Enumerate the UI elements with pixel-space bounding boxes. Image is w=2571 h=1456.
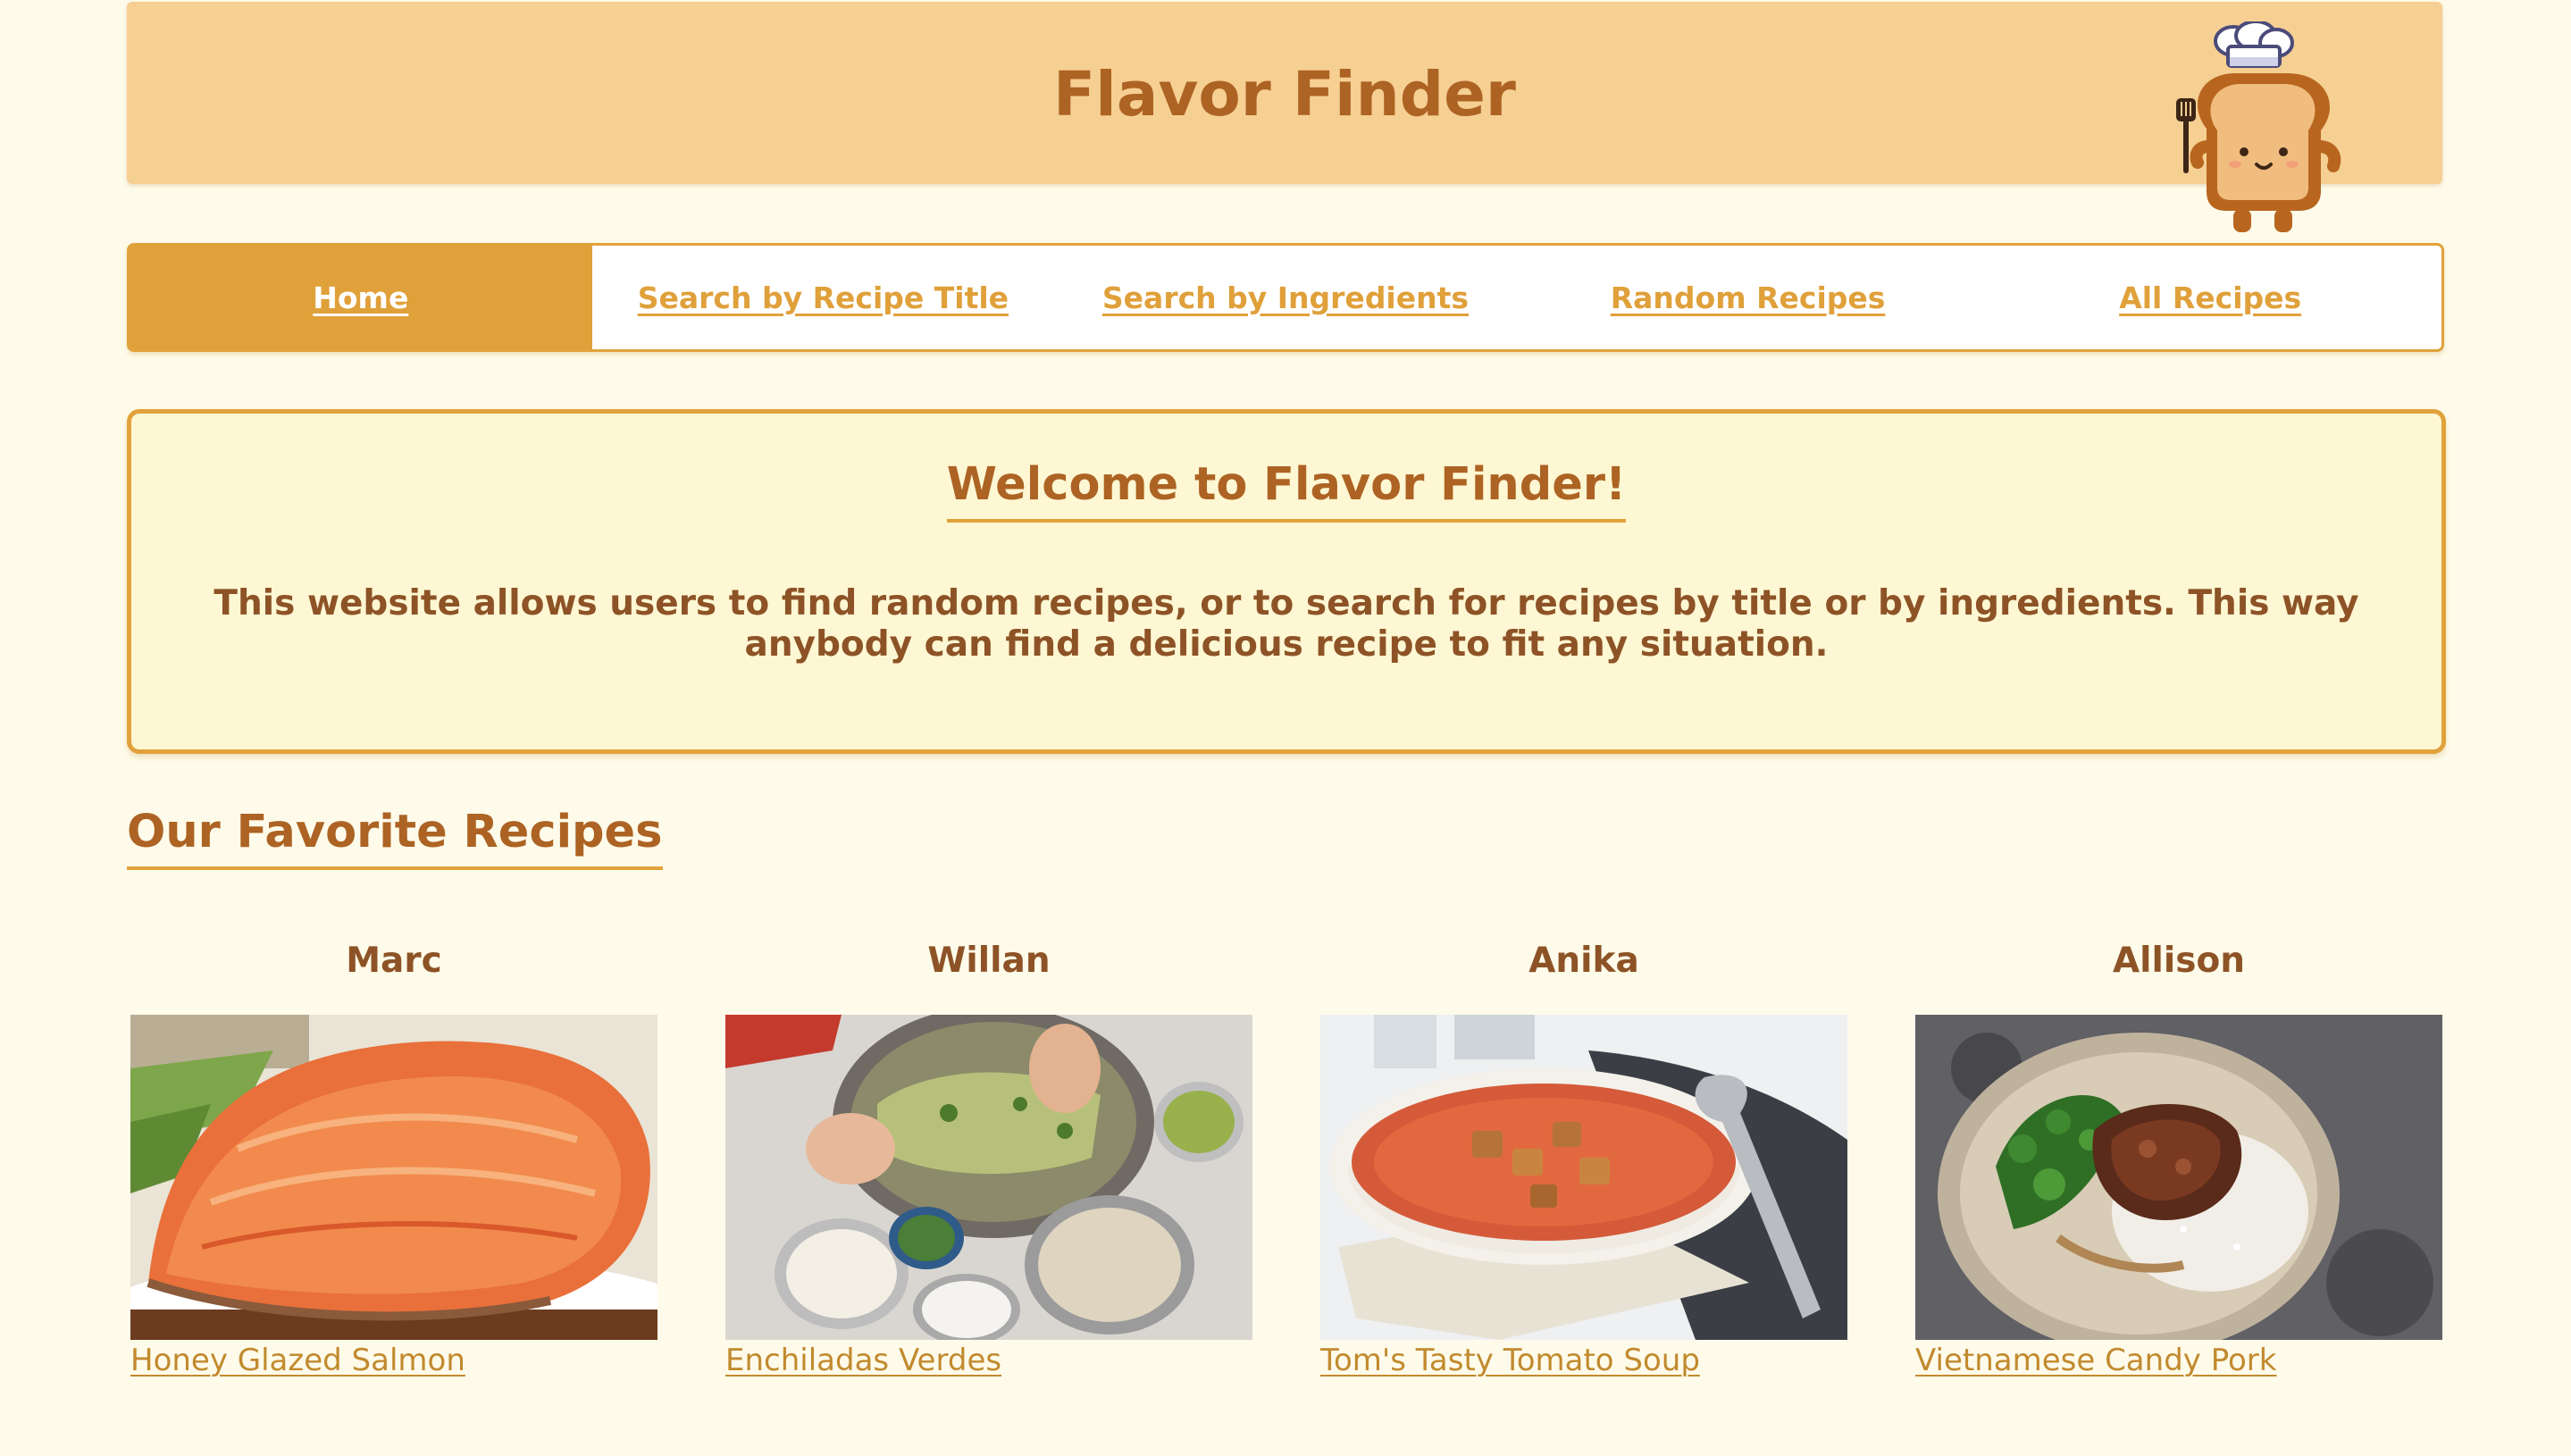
nav-search-by-recipe-title[interactable]: Search by Recipe Title (592, 246, 1055, 349)
welcome-title: Welcome to Flavor Finder! (946, 458, 1627, 523)
chef-toast-mascot-icon (2171, 20, 2385, 240)
salmon-photo[interactable] (130, 1015, 657, 1340)
card-author-name: Willan (927, 941, 1051, 981)
enchiladas-photo[interactable] (725, 1015, 1252, 1340)
nav-search-by-ingredients[interactable]: Search by Ingredients (1054, 246, 1517, 349)
welcome-title-wrap: Welcome to Flavor Finder! (131, 458, 2441, 523)
recipe-card: Willan Enchiladas Verdes (725, 936, 1252, 1378)
site-title: Flavor Finder (1053, 59, 1516, 130)
recipe-link-vietnamese-candy-pork[interactable]: Vietnamese Candy Pork (1915, 1340, 2276, 1381)
recipe-link-toms-tasty-tomato-soup[interactable]: Tom's Tasty Tomato Soup (1320, 1340, 1700, 1381)
recipe-link-honey-glazed-salmon[interactable]: Honey Glazed Salmon (130, 1340, 465, 1381)
recipe-card: Anika Tom's Tasty Tomato Soup (1320, 936, 1847, 1378)
main-nav: Home Search by Recipe Title Search by In… (127, 243, 2444, 352)
card-author-name: Marc (346, 941, 442, 981)
nav-random-recipes[interactable]: Random Recipes (1517, 246, 1980, 349)
candy-pork-photo[interactable] (1915, 1015, 2442, 1340)
welcome-box: Welcome to Flavor Finder! This website a… (127, 409, 2446, 754)
card-author-name: Allison (2112, 941, 2246, 981)
nav-all-recipes[interactable]: All Recipes (1979, 246, 2441, 349)
nav-home[interactable]: Home (130, 246, 592, 349)
tomato-soup-photo[interactable] (1320, 1015, 1847, 1340)
recipe-card: Marc Honey Glazed Salmon (130, 936, 657, 1378)
site-header: Flavor Finder (127, 2, 2442, 232)
card-author-name: Anika (1528, 941, 1639, 981)
recipe-link-enchiladas-verdes[interactable]: Enchiladas Verdes (725, 1340, 1001, 1381)
recipe-card: Allison Vietnamese Candy Pork (1915, 936, 2442, 1378)
favorites-heading: Our Favorite Recipes (127, 806, 663, 870)
welcome-description: This website allows users to find random… (214, 583, 2359, 665)
